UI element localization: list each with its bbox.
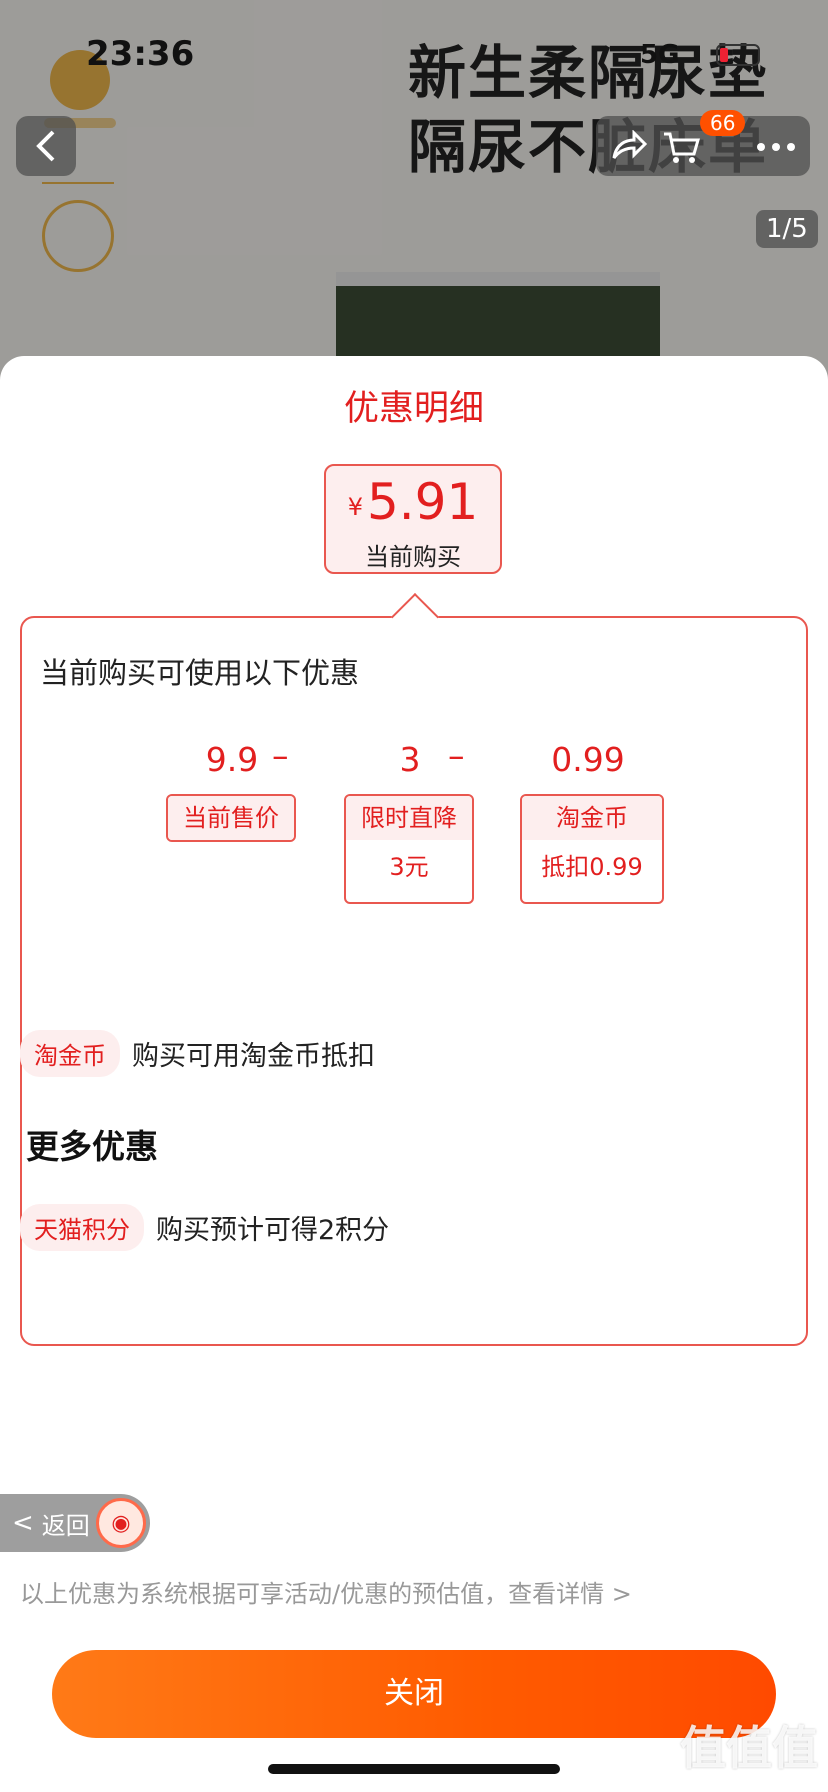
mascot-icon[interactable]: ◉ [96,1498,146,1548]
coin-discount-value: 0.99 [551,740,625,779]
direct-discount-chip: 限时直降 3元 [344,794,474,904]
chip-sub: 3元 [389,853,429,881]
discount-detail-sheet: 优惠明细 ¥5.91 当前购买 当前购买可使用以下优惠 9.9 – 3 – 0.… [0,356,828,1792]
chevron-left-icon [36,130,55,162]
current-price-chip: 当前售价 [166,794,296,842]
cart-count-badge: 66 [700,110,746,136]
coin-tag: 淘金币 [20,1030,120,1077]
watermark-sub: zhizhizhi.com [682,1766,791,1785]
price-label: 当前购买 [365,543,461,571]
chip-sub: 抵扣0.99 [541,853,643,881]
top-action-group: 66 [596,110,810,176]
points-row: 天猫积分 购买预计可得2积分 [20,1204,389,1251]
sheet-title: 优惠明细 [343,389,484,429]
price-value: 5.91 [366,473,479,531]
pointer-arrow [390,586,440,620]
home-indicator[interactable] [268,1764,560,1774]
points-row-text: 购买预计可得2积分 [156,1215,390,1246]
coin-discount-chip: 淘金币 抵扣0.99 [520,794,664,904]
minus-sign: – [272,736,289,775]
discount-heading: 当前购买可使用以下优惠 [40,656,360,690]
more-discounts-title: 更多优惠 [26,1127,158,1166]
chip-label: 当前售价 [168,796,294,840]
chip-label: 限时直降 [346,796,472,840]
network-indicator: 5G [640,40,680,70]
share-icon[interactable] [610,130,648,162]
chevron-left-icon: < [12,1508,34,1538]
minus-sign: – [448,736,465,775]
points-tag: 天猫积分 [20,1204,144,1251]
disclaimer-link[interactable]: 以上优惠为系统根据可享活动/优惠的预估值，查看详情 > [20,1574,632,1609]
floating-back-button[interactable]: < 返回 ◉ [0,1494,150,1552]
cart-icon[interactable] [662,130,702,164]
more-icon[interactable] [756,142,796,152]
current-price: ¥5.91 [326,474,500,535]
close-button[interactable]: 关闭 [52,1650,776,1738]
back-button[interactable] [16,116,76,176]
battery-icon [716,44,760,66]
chip-label: 淘金币 [522,796,662,840]
coin-row-text: 购买可用淘金币抵扣 [132,1041,375,1072]
current-price-box: ¥5.91 当前购买 [324,464,502,574]
status-time: 23:36 [86,34,195,74]
currency-symbol: ¥ [347,493,363,521]
image-page-counter: 1/5 [756,210,818,248]
coin-row: 淘金币 购买可用淘金币抵扣 [20,1030,375,1077]
floating-back-label: 返回 [41,1511,90,1540]
